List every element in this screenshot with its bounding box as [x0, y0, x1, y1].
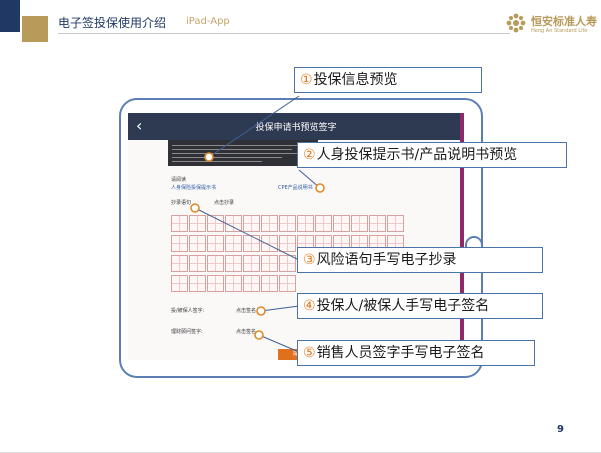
- page-subtitle: iPad-App: [186, 16, 230, 27]
- callout-text: 投保信息预览: [313, 72, 398, 88]
- grid-cell[interactable]: [315, 215, 332, 232]
- info-text-line: [172, 161, 262, 162]
- grid-cell[interactable]: [279, 275, 296, 292]
- callout-5: ⑤销售人员签字手写电子签名: [297, 340, 535, 366]
- agent-sign-label: 理财顾问签字:: [171, 329, 203, 335]
- callout-1: ①投保信息预览: [294, 67, 482, 93]
- copy-statement-label: 抄录语句: [171, 200, 192, 206]
- callout-text: 销售人员签字手写电子签名: [316, 345, 485, 361]
- callout-2: ②人身投保提示书/产品说明书预览: [297, 142, 567, 168]
- grid-cell[interactable]: [243, 235, 260, 252]
- grid-cell[interactable]: [279, 215, 296, 232]
- page-number: 9: [557, 424, 564, 435]
- grid-cell[interactable]: [387, 215, 404, 232]
- grid-cell[interactable]: [261, 215, 278, 232]
- grid-cell[interactable]: [225, 235, 242, 252]
- logo-mark-icon: [506, 13, 526, 33]
- insurance-notice-link[interactable]: 人身保险投保提示书: [171, 184, 216, 191]
- grid-cell[interactable]: [171, 215, 188, 232]
- screen-title-bar: ‹ 投保申请书预览签字: [128, 113, 464, 140]
- applicant-sign-label: 投/被保人签字:: [171, 308, 205, 314]
- callout-number: ⑤: [303, 345, 316, 361]
- chevron-left-icon[interactable]: ‹: [136, 116, 142, 135]
- callout-number: ③: [303, 252, 316, 268]
- company-logo: 恒安标准人寿 Heng An Standard Life: [505, 10, 597, 40]
- grid-cell[interactable]: [171, 275, 188, 292]
- grid-cell[interactable]: [243, 255, 260, 272]
- grid-cell[interactable]: [297, 215, 314, 232]
- header-decoration-navy: [0, 0, 20, 32]
- grid-cell[interactable]: [261, 235, 278, 252]
- header-divider: [58, 33, 510, 34]
- grid-cell[interactable]: [225, 275, 242, 292]
- grid-cell[interactable]: [261, 255, 278, 272]
- logo-name-en: Heng An Standard Life: [531, 28, 588, 34]
- grid-cell[interactable]: [171, 235, 188, 252]
- info-text-line: [172, 145, 310, 146]
- agent-sign-hint[interactable]: 点击签名: [236, 328, 256, 335]
- grid-cell[interactable]: [207, 255, 224, 272]
- callout-text: 风险语句手写电子抄录: [316, 252, 457, 268]
- application-info-preview[interactable]: [168, 140, 318, 166]
- info-text-line: [172, 149, 292, 150]
- header-decoration-gold: [22, 16, 48, 42]
- grid-cell[interactable]: [243, 215, 260, 232]
- callout-number: ①: [300, 72, 313, 88]
- callout-text: 投保人/被保人手写电子签名: [316, 298, 490, 314]
- read-section-label: 请阅读: [171, 177, 187, 183]
- grid-cell[interactable]: [225, 215, 242, 232]
- grid-cell[interactable]: [333, 215, 350, 232]
- callout-3: ③风险语句手写电子抄录: [297, 247, 543, 273]
- grid-cell[interactable]: [189, 255, 206, 272]
- callout-4: ④投保人/被保人手写电子签名: [297, 293, 543, 319]
- screen-title: 投保申请书预览签字: [255, 123, 337, 133]
- copy-statement-hint[interactable]: 点击抄录: [214, 199, 234, 206]
- info-text-line: [172, 157, 282, 158]
- grid-cell[interactable]: [243, 275, 260, 292]
- grid-cell[interactable]: [351, 215, 368, 232]
- grid-cell[interactable]: [189, 275, 206, 292]
- grid-cell[interactable]: [171, 255, 188, 272]
- grid-cell[interactable]: [279, 235, 296, 252]
- callout-number: ②: [303, 147, 316, 163]
- grid-cell[interactable]: [189, 215, 206, 232]
- applicant-sign-hint[interactable]: 点击签名: [236, 307, 256, 314]
- grid-cell[interactable]: [225, 255, 242, 272]
- callout-number: ④: [303, 298, 316, 314]
- product-manual-link[interactable]: CPE产品说明书: [278, 184, 313, 191]
- grid-cell[interactable]: [279, 255, 296, 272]
- grid-cell[interactable]: [189, 235, 206, 252]
- grid-cell[interactable]: [207, 235, 224, 252]
- callout-text: 人身投保提示书/产品说明书预览: [316, 147, 518, 163]
- grid-cell[interactable]: [207, 215, 224, 232]
- info-text-line: [172, 153, 304, 154]
- logo-name-cn: 恒安标准人寿: [531, 15, 597, 28]
- grid-cell[interactable]: [261, 275, 278, 292]
- grid-cell[interactable]: [207, 275, 224, 292]
- grid-cell[interactable]: [369, 215, 386, 232]
- page-title: 电子签投保使用介绍: [58, 16, 167, 30]
